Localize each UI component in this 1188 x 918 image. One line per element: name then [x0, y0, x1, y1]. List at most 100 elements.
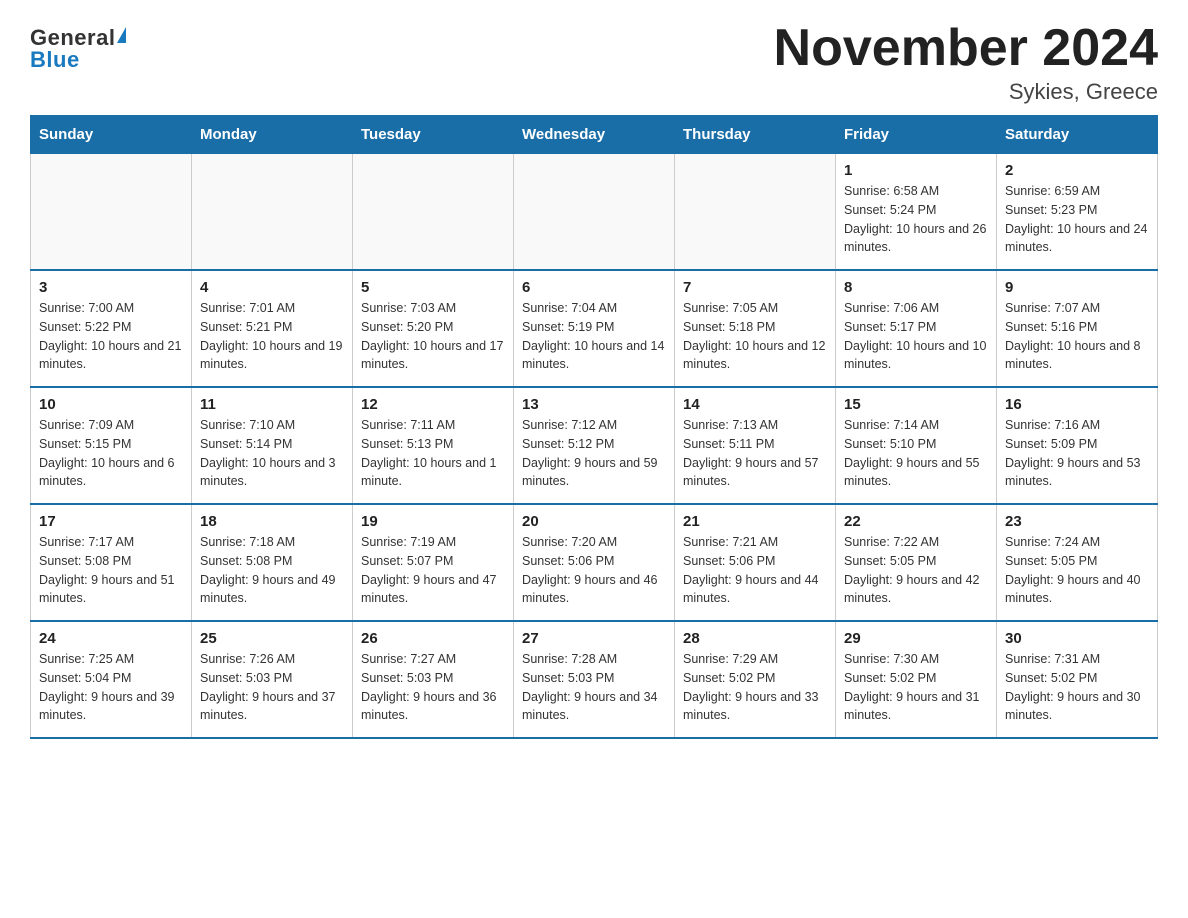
calendar-cell: 30 Sunrise: 7:31 AM Sunset: 5:02 PM Dayli…: [997, 621, 1158, 738]
calendar-cell: 10Sunrise: 7:09 AM Sunset: 5:15 PM Dayli…: [31, 387, 192, 504]
day-number: 4: [200, 279, 344, 296]
day-number: 20: [522, 513, 666, 530]
day-number: 6: [522, 279, 666, 296]
calendar-table: SundayMondayTuesdayWednesdayThursdayFrid…: [30, 115, 1158, 739]
calendar-header-sunday: Sunday: [31, 116, 192, 154]
day-info: Sunrise: 7:11 AM Sunset: 5:13 PM Dayligh…: [361, 416, 505, 491]
day-info: Sunrise: 7:03 AM Sunset: 5:20 PM Dayligh…: [361, 299, 505, 374]
calendar-cell: 4 Sunrise: 7:01 AM Sunset: 5:21 PM Daylig…: [192, 270, 353, 387]
day-number: 11: [200, 396, 344, 413]
calendar-cell: 21Sunrise: 7:21 AM Sunset: 5:06 PM Dayli…: [675, 504, 836, 621]
calendar-week-row: 3 Sunrise: 7:00 AM Sunset: 5:22 PM Daylig…: [31, 270, 1158, 387]
day-info: Sunrise: 7:05 AM Sunset: 5:18 PM Dayligh…: [683, 299, 827, 374]
day-number: 27: [522, 630, 666, 647]
day-number: 26: [361, 630, 505, 647]
day-info: Sunrise: 7:26 AM Sunset: 5:03 PM Dayligh…: [200, 650, 344, 725]
calendar-cell: 8Sunrise: 7:06 AM Sunset: 5:17 PM Daylig…: [836, 270, 997, 387]
calendar-cell: [353, 154, 514, 271]
day-number: 5: [361, 279, 505, 296]
calendar-week-row: 10Sunrise: 7:09 AM Sunset: 5:15 PM Dayli…: [31, 387, 1158, 504]
day-number: 8: [844, 279, 988, 296]
calendar-header-saturday: Saturday: [997, 116, 1158, 154]
day-info: Sunrise: 7:00 AM Sunset: 5:22 PM Dayligh…: [39, 299, 183, 374]
day-info: Sunrise: 7:20 AM Sunset: 5:06 PM Dayligh…: [522, 533, 666, 608]
calendar-cell: [192, 154, 353, 271]
calendar-cell: 16 Sunrise: 7:16 AM Sunset: 5:09 PM Dayli…: [997, 387, 1158, 504]
calendar-cell: 17Sunrise: 7:17 AM Sunset: 5:08 PM Dayli…: [31, 504, 192, 621]
calendar-cell: 15 Sunrise: 7:14 AM Sunset: 5:10 PM Dayli…: [836, 387, 997, 504]
calendar-cell: 28Sunrise: 7:29 AM Sunset: 5:02 PM Dayli…: [675, 621, 836, 738]
day-info: Sunrise: 7:18 AM Sunset: 5:08 PM Dayligh…: [200, 533, 344, 608]
day-info: Sunrise: 7:31 AM Sunset: 5:02 PM Dayligh…: [1005, 650, 1149, 725]
day-number: 22: [844, 513, 988, 530]
calendar-cell: 13 Sunrise: 7:12 AM Sunset: 5:12 PM Dayli…: [514, 387, 675, 504]
calendar-cell: 3 Sunrise: 7:00 AM Sunset: 5:22 PM Daylig…: [31, 270, 192, 387]
day-info: Sunrise: 7:29 AM Sunset: 5:02 PM Dayligh…: [683, 650, 827, 725]
day-number: 29: [844, 630, 988, 647]
calendar-cell: 19Sunrise: 7:19 AM Sunset: 5:07 PM Dayli…: [353, 504, 514, 621]
calendar-cell: 26 Sunrise: 7:27 AM Sunset: 5:03 PM Dayli…: [353, 621, 514, 738]
day-number: 24: [39, 630, 183, 647]
calendar-cell: 22 Sunrise: 7:22 AM Sunset: 5:05 PM Dayli…: [836, 504, 997, 621]
day-info: Sunrise: 7:04 AM Sunset: 5:19 PM Dayligh…: [522, 299, 666, 374]
day-number: 12: [361, 396, 505, 413]
calendar-header-monday: Monday: [192, 116, 353, 154]
calendar-cell: [31, 154, 192, 271]
calendar-cell: 14Sunrise: 7:13 AM Sunset: 5:11 PM Dayli…: [675, 387, 836, 504]
calendar-cell: 29 Sunrise: 7:30 AM Sunset: 5:02 PM Dayli…: [836, 621, 997, 738]
day-info: Sunrise: 7:30 AM Sunset: 5:02 PM Dayligh…: [844, 650, 988, 725]
day-number: 3: [39, 279, 183, 296]
day-number: 9: [1005, 279, 1149, 296]
page-header: General Blue November 2024 Sykies, Greec…: [30, 20, 1158, 105]
day-info: Sunrise: 7:22 AM Sunset: 5:05 PM Dayligh…: [844, 533, 988, 608]
location-label: Sykies, Greece: [774, 79, 1158, 105]
calendar-cell: 6 Sunrise: 7:04 AM Sunset: 5:19 PM Daylig…: [514, 270, 675, 387]
calendar-cell: 20 Sunrise: 7:20 AM Sunset: 5:06 PM Dayli…: [514, 504, 675, 621]
day-info: Sunrise: 7:13 AM Sunset: 5:11 PM Dayligh…: [683, 416, 827, 491]
calendar-header-row: SundayMondayTuesdayWednesdayThursdayFrid…: [31, 116, 1158, 154]
day-number: 2: [1005, 162, 1149, 179]
calendar-header-thursday: Thursday: [675, 116, 836, 154]
calendar-header-wednesday: Wednesday: [514, 116, 675, 154]
calendar-cell: 24 Sunrise: 7:25 AM Sunset: 5:04 PM Dayli…: [31, 621, 192, 738]
calendar-cell: 1Sunrise: 6:58 AM Sunset: 5:24 PM Daylig…: [836, 154, 997, 271]
day-info: Sunrise: 7:21 AM Sunset: 5:06 PM Dayligh…: [683, 533, 827, 608]
day-info: Sunrise: 7:17 AM Sunset: 5:08 PM Dayligh…: [39, 533, 183, 608]
day-info: Sunrise: 7:16 AM Sunset: 5:09 PM Dayligh…: [1005, 416, 1149, 491]
day-number: 25: [200, 630, 344, 647]
day-number: 1: [844, 162, 988, 179]
calendar-cell: 27 Sunrise: 7:28 AM Sunset: 5:03 PM Dayli…: [514, 621, 675, 738]
day-info: Sunrise: 6:59 AM Sunset: 5:23 PM Dayligh…: [1005, 182, 1149, 257]
day-info: Sunrise: 7:25 AM Sunset: 5:04 PM Dayligh…: [39, 650, 183, 725]
day-info: Sunrise: 7:10 AM Sunset: 5:14 PM Dayligh…: [200, 416, 344, 491]
logo-triangle-icon: [117, 27, 126, 43]
calendar-header-tuesday: Tuesday: [353, 116, 514, 154]
title-area: November 2024 Sykies, Greece: [774, 20, 1158, 105]
day-number: 7: [683, 279, 827, 296]
day-number: 30: [1005, 630, 1149, 647]
calendar-cell: 12 Sunrise: 7:11 AM Sunset: 5:13 PM Dayli…: [353, 387, 514, 504]
day-info: Sunrise: 7:27 AM Sunset: 5:03 PM Dayligh…: [361, 650, 505, 725]
day-number: 19: [361, 513, 505, 530]
day-number: 13: [522, 396, 666, 413]
calendar-week-row: 17Sunrise: 7:17 AM Sunset: 5:08 PM Dayli…: [31, 504, 1158, 621]
day-info: Sunrise: 7:28 AM Sunset: 5:03 PM Dayligh…: [522, 650, 666, 725]
calendar-cell: 18 Sunrise: 7:18 AM Sunset: 5:08 PM Dayli…: [192, 504, 353, 621]
calendar-cell: 2 Sunrise: 6:59 AM Sunset: 5:23 PM Daylig…: [997, 154, 1158, 271]
day-number: 16: [1005, 396, 1149, 413]
day-number: 23: [1005, 513, 1149, 530]
day-info: Sunrise: 7:24 AM Sunset: 5:05 PM Dayligh…: [1005, 533, 1149, 608]
calendar-cell: [675, 154, 836, 271]
day-number: 15: [844, 396, 988, 413]
day-number: 18: [200, 513, 344, 530]
day-info: Sunrise: 7:14 AM Sunset: 5:10 PM Dayligh…: [844, 416, 988, 491]
day-info: Sunrise: 7:01 AM Sunset: 5:21 PM Dayligh…: [200, 299, 344, 374]
calendar-cell: [514, 154, 675, 271]
calendar-cell: 5 Sunrise: 7:03 AM Sunset: 5:20 PM Daylig…: [353, 270, 514, 387]
logo: General Blue: [30, 25, 126, 73]
month-title: November 2024: [774, 20, 1158, 77]
calendar-week-row: 24 Sunrise: 7:25 AM Sunset: 5:04 PM Dayli…: [31, 621, 1158, 738]
calendar-cell: 23 Sunrise: 7:24 AM Sunset: 5:05 PM Dayli…: [997, 504, 1158, 621]
day-info: Sunrise: 7:07 AM Sunset: 5:16 PM Dayligh…: [1005, 299, 1149, 374]
day-info: Sunrise: 7:12 AM Sunset: 5:12 PM Dayligh…: [522, 416, 666, 491]
